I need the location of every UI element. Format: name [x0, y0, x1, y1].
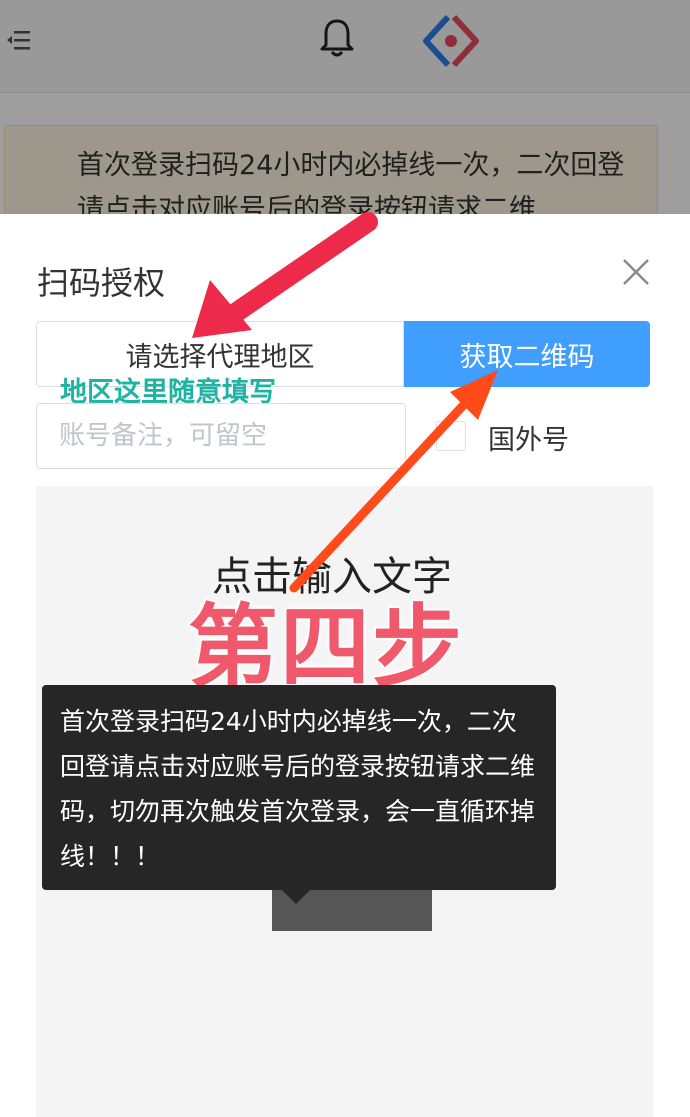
get-qr-code-button[interactable]: 获取二维码	[404, 321, 650, 387]
scan-auth-dialog: 扫码授权 请选择代理地区 获取二维码 地区这里随意填写 国外号 点击输入文字 第…	[0, 214, 690, 1117]
tooltip-arrow	[282, 890, 310, 904]
foreign-number-checkbox[interactable]	[436, 421, 466, 451]
foreign-number-label: 国外号	[488, 425, 569, 456]
get-qr-code-label: 获取二维码	[459, 341, 595, 373]
account-remark-input[interactable]	[36, 403, 406, 469]
region-select-label: 请选择代理地区	[125, 341, 315, 373]
warning-tooltip: 首次登录扫码24小时内必掉线一次，二次回登请点击对应账号后的登录按钮请求二维码，…	[42, 685, 556, 890]
close-icon[interactable]	[620, 256, 652, 288]
dialog-title: 扫码授权	[37, 264, 166, 302]
modal-overlay[interactable]	[0, 0, 690, 214]
